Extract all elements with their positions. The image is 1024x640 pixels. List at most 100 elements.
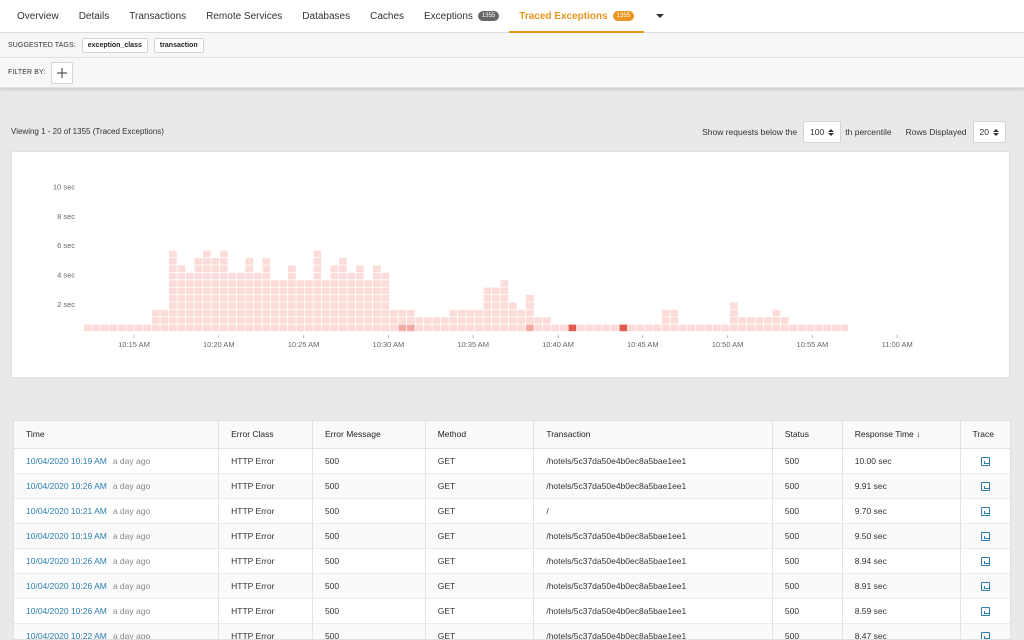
heatmap-cell[interactable] (305, 280, 313, 287)
table-row[interactable]: 10/04/2020 10:21 AM a day ago HTTP Error 50… (14, 498, 1010, 524)
heatmap-cell[interactable] (228, 295, 237, 302)
tab-details[interactable]: Details (69, 0, 120, 32)
heatmap-cell[interactable] (228, 317, 237, 324)
heatmap-cell[interactable] (262, 317, 271, 324)
heatmap-cell[interactable] (458, 317, 466, 324)
heatmap-cell[interactable] (509, 302, 517, 309)
heatmap-cell[interactable] (262, 287, 271, 295)
heatmap-cell[interactable] (483, 317, 492, 324)
heatmap-cell[interactable] (730, 324, 738, 332)
heatmap-cell[interactable] (101, 324, 109, 332)
heatmap-cell[interactable] (169, 258, 177, 265)
heatmap-cell[interactable] (220, 317, 228, 324)
tab-databases[interactable]: Databases (292, 0, 360, 32)
heatmap-cell[interactable] (322, 287, 330, 295)
heatmap-cell[interactable] (364, 324, 373, 332)
heatmap-cell[interactable] (492, 295, 500, 302)
heatmap-cell[interactable] (305, 317, 313, 324)
heatmap-cell[interactable] (373, 324, 381, 332)
heatmap-cell[interactable] (432, 324, 441, 332)
heatmap-cell[interactable] (313, 309, 322, 317)
heatmap-cell[interactable] (415, 317, 424, 324)
heatmap-cell[interactable] (245, 295, 254, 302)
heatmap-cell[interactable] (169, 324, 177, 332)
heatmap-cell[interactable] (220, 280, 228, 287)
heatmap-cell[interactable] (483, 287, 492, 295)
heatmap-cell[interactable] (781, 317, 789, 324)
heatmap-cell[interactable] (526, 324, 534, 332)
heatmap-cell[interactable] (526, 295, 534, 302)
heatmap-cell[interactable] (577, 324, 585, 332)
heatmap-cell[interactable] (772, 317, 781, 324)
heatmap-cell[interactable] (815, 324, 823, 332)
heatmap-cell[interactable] (271, 324, 279, 332)
heatmap-cell[interactable] (449, 324, 458, 332)
heatmap-cell[interactable] (186, 317, 194, 324)
heatmap-cell[interactable] (356, 309, 364, 317)
heatmap-cell[interactable] (228, 302, 237, 309)
heatmap-cell[interactable] (458, 324, 466, 332)
heatmap-cell[interactable] (373, 295, 381, 302)
heatmap-cell[interactable] (339, 295, 347, 302)
heatmap-cell[interactable] (271, 302, 279, 309)
heatmap-cell[interactable] (220, 272, 228, 280)
heatmap-cell[interactable] (424, 324, 432, 332)
heatmap-cell[interactable] (211, 295, 220, 302)
heatmap-cell[interactable] (704, 324, 713, 332)
trace-icon[interactable] (980, 531, 990, 541)
trace-icon[interactable] (980, 456, 990, 466)
heatmap-cell[interactable] (373, 272, 381, 280)
heatmap-cell[interactable] (203, 317, 211, 324)
heatmap-cell[interactable] (203, 309, 211, 317)
heatmap-cell[interactable] (177, 302, 186, 309)
heatmap-cell[interactable] (254, 280, 262, 287)
heatmap-cell[interactable] (407, 309, 415, 317)
heatmap-cell[interactable] (169, 302, 177, 309)
time-link[interactable]: 10/04/2020 10:26 AM (26, 556, 107, 566)
heatmap-cell[interactable] (262, 280, 271, 287)
tab-caches[interactable]: Caches (360, 0, 414, 32)
heatmap-cell[interactable] (449, 309, 458, 317)
table-row[interactable]: 10/04/2020 10:19 AM a day ago HTTP Error 50… (14, 523, 1010, 549)
heatmap-cell[interactable] (364, 317, 373, 324)
time-link[interactable]: 10/04/2020 10:26 AM (26, 581, 107, 591)
heatmap-cell[interactable] (186, 309, 194, 317)
heatmap-cell[interactable] (245, 272, 254, 280)
heatmap-cell[interactable] (194, 287, 203, 295)
heatmap-cell[interactable] (330, 272, 339, 280)
heatmap-cell[interactable] (84, 324, 92, 332)
heatmap-cell[interactable] (373, 280, 381, 287)
time-link[interactable]: 10/04/2020 10:19 AM (26, 531, 107, 541)
heatmap-cell[interactable] (296, 324, 305, 332)
heatmap-cell[interactable] (832, 324, 840, 332)
heatmap-cell[interactable] (228, 272, 237, 280)
heatmap-cell[interactable] (118, 324, 126, 332)
heatmap-cell[interactable] (143, 324, 152, 332)
heatmap-cell[interactable] (628, 324, 636, 332)
heatmap-cell[interactable] (160, 309, 169, 317)
heatmap-cell[interactable] (288, 287, 296, 295)
heatmap-cell[interactable] (330, 302, 339, 309)
heatmap-cell[interactable] (220, 309, 228, 317)
spinner-icon[interactable] (993, 128, 999, 136)
heatmap-cell[interactable] (364, 280, 373, 287)
heatmap-cell[interactable] (177, 295, 186, 302)
heatmap-cell[interactable] (339, 309, 347, 317)
heatmap-cell[interactable] (670, 309, 679, 317)
heatmap-cell[interactable] (194, 258, 203, 265)
heatmap-cell[interactable] (296, 280, 305, 287)
heatmap-cell[interactable] (738, 324, 747, 332)
heatmap-cell[interactable] (381, 309, 390, 317)
heatmap-cell[interactable] (526, 309, 534, 317)
heatmap-cell[interactable] (347, 280, 356, 287)
heatmap-cell[interactable] (254, 324, 262, 332)
heatmap-cell[interactable] (381, 287, 390, 295)
heatmap-cell[interactable] (398, 317, 407, 324)
heatmap-cell[interactable] (356, 295, 364, 302)
heatmap-cell[interactable] (313, 317, 322, 324)
heatmap-cell[interactable] (271, 280, 279, 287)
heatmap-cell[interactable] (211, 272, 220, 280)
heatmap-cell[interactable] (237, 302, 245, 309)
heatmap-cell[interactable] (313, 272, 322, 280)
heatmap-cell[interactable] (594, 324, 602, 332)
